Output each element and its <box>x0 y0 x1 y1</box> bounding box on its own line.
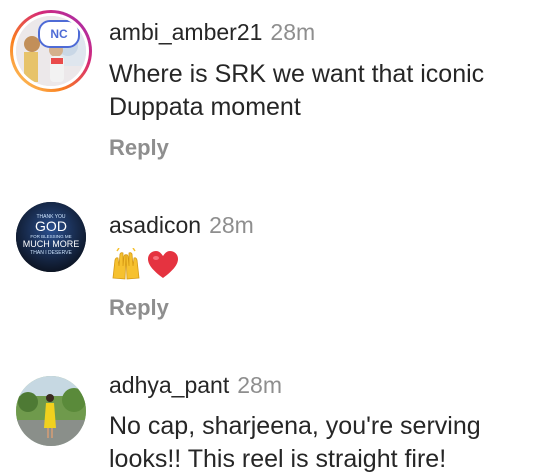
comment-meta: asadicon 28m <box>109 211 254 239</box>
comment-text: No cap, sharjeena, you're serving looks!… <box>109 412 481 473</box>
avatar-text-bottom2: THAN I DESERVE <box>30 250 72 256</box>
reply-button[interactable]: Reply <box>109 295 169 321</box>
avatar-text-bottom1: MUCH MORE <box>23 239 80 249</box>
comment-meta: adhya_pant 28m <box>109 371 282 399</box>
avatar[interactable]: NC <box>10 10 92 92</box>
avatar-badge: NC <box>38 20 80 48</box>
username[interactable]: ambi_amber21 <box>109 19 262 45</box>
username[interactable]: asadicon <box>109 212 201 238</box>
avatar-badge-text: NC <box>50 27 68 41</box>
comment-text: Where is SRK we want that iconic Duppata… <box>109 60 485 121</box>
timestamp: 28m <box>237 372 282 398</box>
timestamp: 28m <box>270 19 316 45</box>
red-heart-icon <box>148 251 178 278</box>
comment-item: NC ambi_amber21 28m Where is SRK we want … <box>0 0 560 180</box>
comment-meta: ambi_amber21 28m <box>109 18 315 46</box>
avatar[interactable]: THANK YOU GOD FOR BLESSING ME MUCH MORE … <box>16 202 86 272</box>
reply-button[interactable]: Reply <box>109 135 169 161</box>
profile-photo-icon: THANK YOU GOD FOR BLESSING ME MUCH MORE … <box>16 202 86 272</box>
avatar-text-main: GOD <box>35 218 67 234</box>
avatar[interactable] <box>16 376 86 446</box>
timestamp: 28m <box>209 212 254 238</box>
profile-photo-icon <box>16 376 86 446</box>
comment-item: adhya_pant 28m No cap, sharjeena, you're … <box>0 350 560 476</box>
comment-emoji <box>109 248 179 282</box>
username[interactable]: adhya_pant <box>109 372 229 398</box>
raising-hands-icon <box>112 248 140 280</box>
comment-item: THANK YOU GOD FOR BLESSING ME MUCH MORE … <box>0 180 560 350</box>
